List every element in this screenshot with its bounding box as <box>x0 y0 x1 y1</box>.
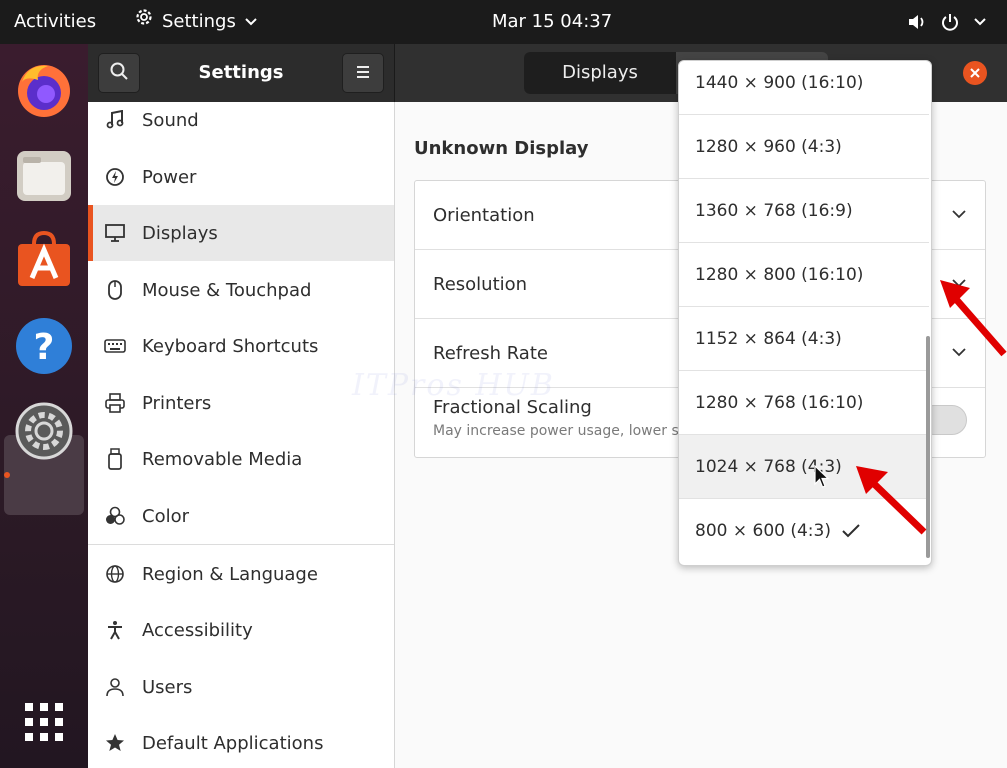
resolution-option[interactable]: 1440 × 900 (16:10) <box>679 61 929 115</box>
resolution-option-label: 1280 × 768 (16:10) <box>695 392 864 413</box>
volume-icon <box>907 13 927 31</box>
gear-icon <box>134 0 154 44</box>
removable-media-icon <box>88 448 142 470</box>
chevron-down-icon <box>973 17 987 27</box>
sidebar-item-mouse-touchpad[interactable]: Mouse & Touchpad <box>88 262 394 318</box>
sidebar-item-accessibility[interactable]: Accessibility <box>88 602 394 658</box>
close-button[interactable] <box>963 61 987 85</box>
sidebar-item-removable-media[interactable]: Removable Media <box>88 431 394 487</box>
resolution-label: Resolution <box>433 274 528 295</box>
top-bar: Activities Settings Mar 15 04:37 <box>0 0 1007 44</box>
resolution-option-label: 1360 × 768 (16:9) <box>695 200 853 221</box>
search-icon <box>109 61 129 85</box>
dock: ? <box>0 44 88 768</box>
sidebar-title: Settings <box>198 62 284 83</box>
chevron-down-icon <box>244 0 258 44</box>
resolution-option[interactable]: 1152 × 864 (4:3) <box>679 307 929 371</box>
sidebar-item-sound[interactable]: Sound <box>88 102 394 148</box>
resolution-option-label: 1280 × 960 (4:3) <box>695 136 842 157</box>
app-menu[interactable]: Settings <box>134 0 258 44</box>
sidebar-item-label: Printers <box>142 392 212 414</box>
sidebar-item-users[interactable]: Users <box>88 659 394 715</box>
sidebar-item-label: Users <box>142 676 193 698</box>
sidebar-item-label: Accessibility <box>142 619 253 641</box>
clock[interactable]: Mar 15 04:37 <box>492 0 612 44</box>
resolution-option[interactable]: 1280 × 768 (16:10) <box>679 371 929 435</box>
menu-button[interactable] <box>342 53 384 93</box>
sidebar-item-label: Default Applications <box>142 732 324 754</box>
resolution-option[interactable]: 1280 × 960 (4:3) <box>679 115 929 179</box>
mouse-icon <box>88 279 142 301</box>
resolution-option-label: 1440 × 900 (16:10) <box>695 72 864 93</box>
system-tray[interactable] <box>907 0 987 44</box>
orientation-label: Orientation <box>433 205 535 226</box>
power-icon <box>941 13 959 31</box>
annotation-arrow <box>852 462 932 542</box>
settings-icon[interactable] <box>14 401 74 461</box>
printer-icon <box>88 393 142 413</box>
sidebar-item-label: Mouse & Touchpad <box>142 279 312 301</box>
accessibility-icon <box>88 620 142 640</box>
sidebar-item-region-language[interactable]: Region & Language <box>88 546 394 602</box>
power-icon <box>88 167 142 187</box>
keyboard-icon <box>88 338 142 354</box>
sidebar-item-label: Power <box>142 166 197 188</box>
star-icon <box>88 733 142 753</box>
running-indicator <box>4 472 10 478</box>
sidebar-item-default-applications[interactable]: Default Applications <box>88 715 394 768</box>
help-icon[interactable]: ? <box>14 316 74 376</box>
sidebar-item-keyboard-shortcuts[interactable]: Keyboard Shortcuts <box>88 318 394 374</box>
sidebar-item-label: Region & Language <box>142 563 318 585</box>
activities-button[interactable]: Activities <box>14 0 96 44</box>
sidebar-item-label: Removable Media <box>142 448 303 470</box>
mouse-cursor-icon <box>814 464 830 493</box>
display-icon <box>88 223 142 243</box>
search-button[interactable] <box>98 53 140 93</box>
sidebar-item-displays[interactable]: Displays <box>88 205 394 261</box>
resolution-option-label: 1280 × 800 (16:10) <box>695 264 864 285</box>
sidebar-divider <box>88 544 394 545</box>
chevron-down-icon <box>951 205 967 224</box>
sidebar-item-label: Keyboard Shortcuts <box>142 335 319 357</box>
sidebar-item-label: Displays <box>142 222 218 244</box>
resolution-option[interactable]: 1280 × 800 (16:10) <box>679 243 929 307</box>
sidebar-item-label: Color <box>142 505 189 527</box>
tab-displays[interactable]: Displays <box>524 52 676 94</box>
display-title: Unknown Display <box>414 138 589 159</box>
app-menu-label: Settings <box>162 11 236 32</box>
firefox-icon[interactable] <box>14 60 74 120</box>
sidebar-header: Settings <box>88 44 395 102</box>
software-icon[interactable] <box>14 230 74 290</box>
sidebar-item-label: Sound <box>142 109 199 131</box>
app-grid-icon[interactable] <box>14 692 74 752</box>
resolution-option-label: 1152 × 864 (4:3) <box>695 328 842 349</box>
svg-text:?: ? <box>34 327 55 368</box>
sidebar-item-printers[interactable]: Printers <box>88 375 394 431</box>
resolution-option-label: 800 × 600 (4:3) <box>695 521 831 541</box>
annotation-arrow <box>930 268 1007 362</box>
sidebar-item-power[interactable]: Power <box>88 149 394 205</box>
users-icon <box>88 677 142 697</box>
music-note-icon <box>88 110 142 130</box>
resolution-option[interactable]: 1360 × 768 (16:9) <box>679 179 929 243</box>
sidebar: Sound Power Displays Mouse & Touchpad Ke… <box>88 102 395 768</box>
watermark: ITPros HUB <box>352 368 555 403</box>
sidebar-item-color[interactable]: Color <box>88 488 394 544</box>
color-icon <box>88 506 142 526</box>
globe-icon <box>88 564 142 584</box>
fractional-scaling-description: May increase power usage, lower sp <box>433 423 688 439</box>
close-icon <box>969 64 981 83</box>
files-icon[interactable] <box>14 145 74 205</box>
hamburger-icon <box>355 64 371 83</box>
